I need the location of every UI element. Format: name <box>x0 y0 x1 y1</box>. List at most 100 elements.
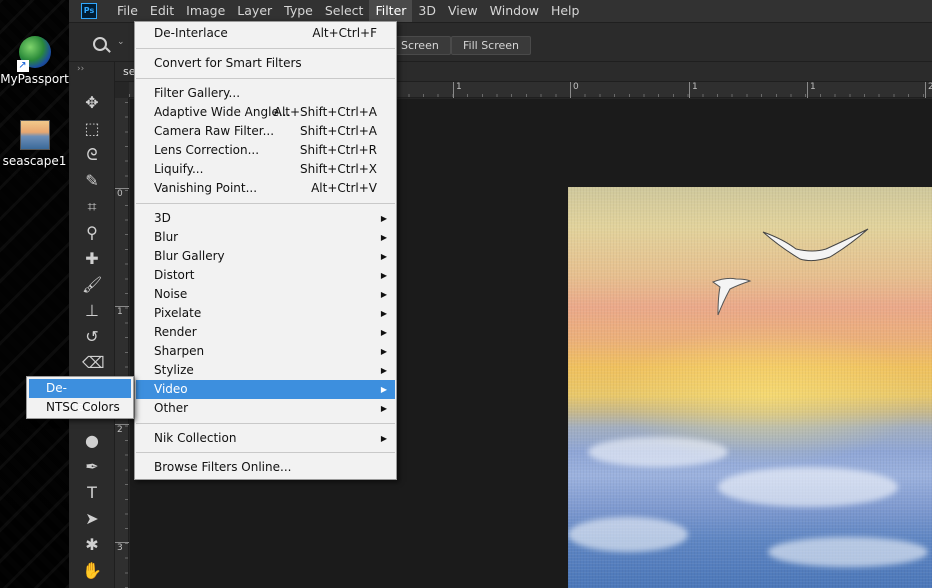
filter-menu-dropdown: De-Interlace Alt+Ctrl+F Convert for Smar… <box>134 21 397 480</box>
menu-file[interactable]: File <box>111 0 144 22</box>
submenu-arrow-icon: ▶ <box>380 347 387 356</box>
image-file-icon <box>19 120 50 150</box>
history-brush-tool-icon[interactable]: ↺ <box>82 327 102 347</box>
submenu-arrow-icon: ▶ <box>380 214 387 223</box>
desktop-background: MyPassport seascape1 <box>0 0 69 588</box>
menu-separator <box>136 48 395 49</box>
lasso-tool-icon[interactable]: ᘓ <box>82 145 102 165</box>
menu-item-distort[interactable]: Distort ▶ <box>136 266 395 285</box>
menu-filter[interactable]: Filter <box>369 0 413 22</box>
crop-tool-icon[interactable]: ⌗ <box>82 197 102 217</box>
menu-help[interactable]: Help <box>545 0 586 22</box>
submenu-item-ntsc-colors[interactable]: NTSC Colors <box>29 398 131 417</box>
submenu-arrow-icon: ▶ <box>380 404 387 413</box>
seascape-painting-image[interactable] <box>568 187 932 588</box>
quick-selection-tool-icon[interactable]: ✎ <box>82 171 102 191</box>
menu-item-pixelate[interactable]: Pixelate ▶ <box>136 304 395 323</box>
desktop-icon-label: seascape1 <box>2 154 67 168</box>
zoom-icon[interactable] <box>93 37 107 51</box>
fill-screen-button[interactable]: Fill Screen <box>451 36 532 55</box>
menu-item-shortcut: Shift+Ctrl+X <box>300 162 377 176</box>
menu-item-noise[interactable]: Noise ▶ <box>136 285 395 304</box>
ruler-label: 2 <box>115 424 129 436</box>
video-submenu: De-Interlace... NTSC Colors <box>26 376 134 419</box>
move-tool-icon[interactable]: ✥ <box>82 93 102 113</box>
custom-shape-tool-icon[interactable]: ✱ <box>82 535 102 555</box>
menu-item-label: Adaptive Wide Angle... <box>154 105 291 119</box>
seagulls-illustration <box>711 228 869 316</box>
menu-item-label: Distort <box>154 268 195 282</box>
path-selection-tool-icon[interactable]: ➤ <box>82 509 102 529</box>
menu-item-lens-correction[interactable]: Lens Correction... Shift+Ctrl+R <box>136 141 395 160</box>
photoshop-logo-icon: Ps <box>81 3 97 19</box>
ruler-label: 1 <box>115 306 129 318</box>
menu-item-label: Blur <box>154 230 179 244</box>
menu-item-label: De-Interlace <box>154 26 228 40</box>
menu-item-label: Browse Filters Online... <box>154 460 292 474</box>
menu-bar: Ps File Edit Image Layer Type Select Fil… <box>69 0 932 22</box>
submenu-arrow-icon: ▶ <box>380 233 387 242</box>
menu-item-render[interactable]: Render ▶ <box>136 323 395 342</box>
ruler-label: 1 <box>453 82 462 98</box>
menu-item-blur[interactable]: Blur ▶ <box>136 228 395 247</box>
submenu-arrow-icon: ▶ <box>380 385 387 394</box>
menu-separator <box>136 452 395 453</box>
menu-item-filter-gallery[interactable]: Filter Gallery... <box>136 84 395 103</box>
hand-tool-icon[interactable]: ✋ <box>82 561 102 581</box>
menu-window[interactable]: Window <box>484 0 545 22</box>
menu-image[interactable]: Image <box>180 0 231 22</box>
collapse-panel-icon[interactable]: ›› <box>77 64 84 74</box>
dodge-tool-icon[interactable]: ● <box>82 431 102 451</box>
ruler-label: 1 <box>807 82 816 98</box>
vertical-ruler[interactable]: 0 1 2 3 <box>115 98 129 588</box>
menu-view[interactable]: View <box>442 0 484 22</box>
desktop-icon-mypassport[interactable]: MyPassport <box>0 36 69 86</box>
marquee-tool-icon[interactable]: ⬚ <box>82 119 102 139</box>
menu-item-label: Camera Raw Filter... <box>154 124 275 138</box>
pen-tool-icon[interactable]: ✒ <box>82 457 102 477</box>
submenu-arrow-icon: ▶ <box>380 328 387 337</box>
menu-item-label: 3D <box>154 211 171 225</box>
menu-item-browse-filters-online[interactable]: Browse Filters Online... <box>136 458 395 477</box>
ruler-label: 1 <box>689 82 698 98</box>
menu-item-3d[interactable]: 3D ▶ <box>136 209 395 228</box>
menu-item-liquify[interactable]: Liquify... Shift+Ctrl+X <box>136 160 395 179</box>
menu-item-label: Filter Gallery... <box>154 86 241 100</box>
menu-item-video[interactable]: Video ▶ <box>136 380 395 399</box>
eyedropper-tool-icon[interactable]: ⚲ <box>82 223 102 243</box>
menu-item-camera-raw-filter[interactable]: Camera Raw Filter... Shift+Ctrl+A <box>136 122 395 141</box>
submenu-arrow-icon: ▶ <box>380 252 387 261</box>
menu-item-label: Vanishing Point... <box>154 181 258 195</box>
menu-item-label: Video <box>154 382 188 396</box>
menu-layer[interactable]: Layer <box>231 0 278 22</box>
menu-item-vanishing-point[interactable]: Vanishing Point... Alt+Ctrl+V <box>136 179 395 198</box>
menu-item-label: Pixelate <box>154 306 202 320</box>
menu-item-adaptive-wide-angle[interactable]: Adaptive Wide Angle... Alt+Shift+Ctrl+A <box>136 103 395 122</box>
menu-item-de-interlace[interactable]: De-Interlace Alt+Ctrl+F <box>136 24 395 43</box>
menu-item-other[interactable]: Other ▶ <box>136 399 395 418</box>
submenu-arrow-icon: ▶ <box>380 309 387 318</box>
menu-item-convert-smart-filters[interactable]: Convert for Smart Filters <box>136 54 395 73</box>
menu-item-label: Other <box>154 401 189 415</box>
menu-edit[interactable]: Edit <box>144 0 180 22</box>
type-tool-icon[interactable]: T <box>82 483 102 503</box>
desktop-icon-label: MyPassport <box>0 72 69 86</box>
menu-select[interactable]: Select <box>319 0 370 22</box>
clone-stamp-tool-icon[interactable]: ⊥ <box>82 301 102 321</box>
chevron-down-icon[interactable]: ⌄ <box>117 37 125 47</box>
eraser-tool-icon[interactable]: ⌫ <box>82 353 105 373</box>
ruler-label: 2 <box>925 82 932 98</box>
fit-screen-button[interactable]: Screen <box>389 36 451 55</box>
submenu-item-de-interlace[interactable]: De-Interlace... <box>29 379 131 414</box>
menu-item-sharpen[interactable]: Sharpen ▶ <box>136 342 395 361</box>
menu-3d[interactable]: 3D <box>412 0 442 22</box>
menu-item-shortcut: Alt+Ctrl+F <box>312 26 377 40</box>
menu-item-blur-gallery[interactable]: Blur Gallery ▶ <box>136 247 395 266</box>
desktop-icon-seascape1[interactable]: seascape1 <box>0 120 69 168</box>
healing-brush-tool-icon[interactable]: ✚ <box>82 249 102 269</box>
menu-item-nik-collection[interactable]: Nik Collection ▶ <box>136 429 395 448</box>
ruler-label: 0 <box>115 188 129 200</box>
menu-item-stylize[interactable]: Stylize ▶ <box>136 361 395 380</box>
brush-tool-icon[interactable]: 🖌 <box>82 275 102 295</box>
menu-type[interactable]: Type <box>278 0 319 22</box>
